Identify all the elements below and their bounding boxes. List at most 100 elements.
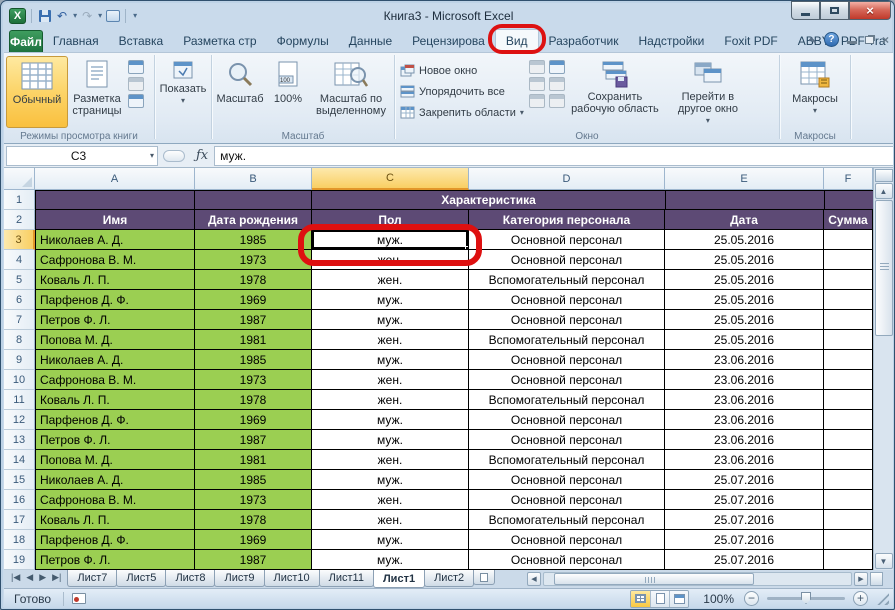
cell-c8[interactable]: жен. (312, 330, 469, 350)
normal-view-statusbar-button[interactable] (631, 591, 650, 607)
cell-f5[interactable] (824, 270, 873, 290)
tab-разработчик[interactable]: Разработчик (539, 30, 629, 52)
switch-windows-button[interactable]: Перейти в другое окно ▾ (663, 56, 753, 128)
cell-b8[interactable]: 1981 (195, 330, 312, 350)
cell-f1[interactable] (825, 190, 874, 210)
cell-b11[interactable]: 1978 (195, 390, 312, 410)
tab-split-handle[interactable] (870, 572, 883, 586)
sheet-tab-лист10[interactable]: Лист10 (264, 570, 320, 587)
scroll-right-icon[interactable]: ▶ (854, 572, 868, 586)
cell-f17[interactable] (824, 510, 873, 530)
prev-sheet-icon[interactable]: ◀ (26, 572, 33, 583)
full-screen-icon[interactable] (128, 94, 144, 108)
cell-c16[interactable]: жен. (312, 490, 469, 510)
first-sheet-icon[interactable]: |◀ (11, 572, 20, 583)
arrange-all-button[interactable]: Упорядочить все (397, 81, 527, 102)
cell-d10[interactable]: Основной персонал (469, 370, 665, 390)
cell-c10[interactable]: жен. (312, 370, 469, 390)
row-header-14[interactable]: 14 (4, 450, 35, 470)
name-box[interactable]: C3 ▾ (6, 146, 158, 166)
cell-e16[interactable]: 25.07.2016 (665, 490, 824, 510)
zoom-level-label[interactable]: 100% (693, 592, 740, 606)
cell-e4[interactable]: 25.05.2016 (665, 250, 824, 270)
split-icon[interactable] (529, 60, 545, 74)
undo-icon[interactable]: ↶ (56, 8, 68, 24)
cell-f18[interactable] (824, 530, 873, 550)
cell-d14[interactable]: Вспомогательный персонал (469, 450, 665, 470)
tab-данные[interactable]: Данные (339, 30, 402, 52)
collapse-ribbon-icon[interactable] (809, 37, 817, 45)
cell-f6[interactable] (824, 290, 873, 310)
row-header-5[interactable]: 5 (4, 270, 35, 290)
cell-d13[interactable]: Основной персонал (469, 430, 665, 450)
cell-f15[interactable] (824, 470, 873, 490)
new-window-button[interactable]: Новое окно (397, 60, 527, 81)
tab-надстройки[interactable]: Надстройки (629, 30, 715, 52)
cell-d18[interactable]: Основной персонал (469, 530, 665, 550)
cell-e2[interactable]: Дата (665, 210, 824, 230)
cell-e18[interactable]: 25.07.2016 (665, 530, 824, 550)
cell-b6[interactable]: 1969 (195, 290, 312, 310)
cell-a6[interactable]: Парфенов Д. Ф. (35, 290, 195, 310)
tab-разметка-стр[interactable]: Разметка стр (173, 30, 266, 52)
cell-d19[interactable]: Основной персонал (469, 550, 665, 570)
page-break-statusbar-button[interactable] (669, 591, 688, 607)
cell-f4[interactable] (824, 250, 873, 270)
excel-logo-icon[interactable]: X (9, 8, 26, 24)
cell-a11[interactable]: Коваль Л. П. (35, 390, 195, 410)
cell-f10[interactable] (824, 370, 873, 390)
cell-e5[interactable]: 25.05.2016 (665, 270, 824, 290)
cell-e17[interactable]: 25.07.2016 (665, 510, 824, 530)
cell-a19[interactable]: Петров Ф. Л. (35, 550, 195, 570)
cell-f9[interactable] (824, 350, 873, 370)
custom-views-icon[interactable] (128, 77, 144, 91)
workbook-restore-icon[interactable] (865, 36, 874, 44)
cell-d9[interactable]: Основной персонал (469, 350, 665, 370)
redo-icon[interactable]: ↷ (81, 8, 93, 24)
row-header-4[interactable]: 4 (4, 250, 35, 270)
row-header-15[interactable]: 15 (4, 470, 35, 490)
insert-sheet-button[interactable] (473, 570, 495, 585)
row-header-18[interactable]: 18 (4, 530, 35, 550)
cell-c9[interactable]: муж. (312, 350, 469, 370)
cell-e11[interactable]: 23.06.2016 (665, 390, 824, 410)
sheet-tab-лист8[interactable]: Лист8 (165, 570, 215, 587)
column-header-d[interactable]: D (469, 168, 665, 190)
cell-a13[interactable]: Петров Ф. Л. (35, 430, 195, 450)
zoom-button[interactable]: Масштаб (214, 56, 266, 128)
row-header-2[interactable]: 2 (4, 210, 35, 230)
cell-c7[interactable]: муж. (312, 310, 469, 330)
row-header-19[interactable]: 19 (4, 550, 35, 570)
close-button[interactable]: × (849, 1, 891, 20)
cell-d4[interactable]: Основной персонал (469, 250, 665, 270)
sheet-tab-лист2[interactable]: Лист2 (424, 570, 474, 587)
insert-function-icon[interactable]: ƒx (190, 148, 214, 163)
cell-e3[interactable]: 25.05.2016 (665, 230, 824, 250)
cell-a4[interactable]: Сафронова В. М. (35, 250, 195, 270)
column-header-c[interactable]: C (312, 168, 469, 190)
zoom-to-selection-button[interactable]: Масштаб по выделенному (310, 56, 392, 128)
cell-d3[interactable]: Основной персонал (469, 230, 665, 250)
tab-рецензирова[interactable]: Рецензирова (402, 30, 495, 52)
cell-a18[interactable]: Парфенов Д. Ф. (35, 530, 195, 550)
last-sheet-icon[interactable]: ▶| (52, 572, 61, 583)
cell-e13[interactable]: 23.06.2016 (665, 430, 824, 450)
cell-a8[interactable]: Попова М. Д. (35, 330, 195, 350)
row-header-7[interactable]: 7 (4, 310, 35, 330)
row-header-6[interactable]: 6 (4, 290, 35, 310)
cell-d12[interactable]: Основной персонал (469, 410, 665, 430)
tab-file[interactable]: Файл (9, 30, 43, 52)
cell-e6[interactable]: 25.05.2016 (665, 290, 824, 310)
column-header-e[interactable]: E (665, 168, 824, 190)
cell-c17[interactable]: жен. (312, 510, 469, 530)
cell-f12[interactable] (824, 410, 873, 430)
cell-b5[interactable]: 1978 (195, 270, 312, 290)
cell-b16[interactable]: 1973 (195, 490, 312, 510)
page-layout-button[interactable]: Разметка страницы (68, 56, 126, 128)
cell-b2[interactable]: Дата рождения (195, 210, 312, 230)
zoom-slider-thumb[interactable] (801, 592, 811, 604)
column-header-f[interactable]: F (824, 168, 873, 190)
vertical-scroll-thumb[interactable] (875, 200, 893, 336)
workbook-close-icon[interactable]: × (882, 33, 889, 47)
resize-grip[interactable] (876, 592, 889, 605)
